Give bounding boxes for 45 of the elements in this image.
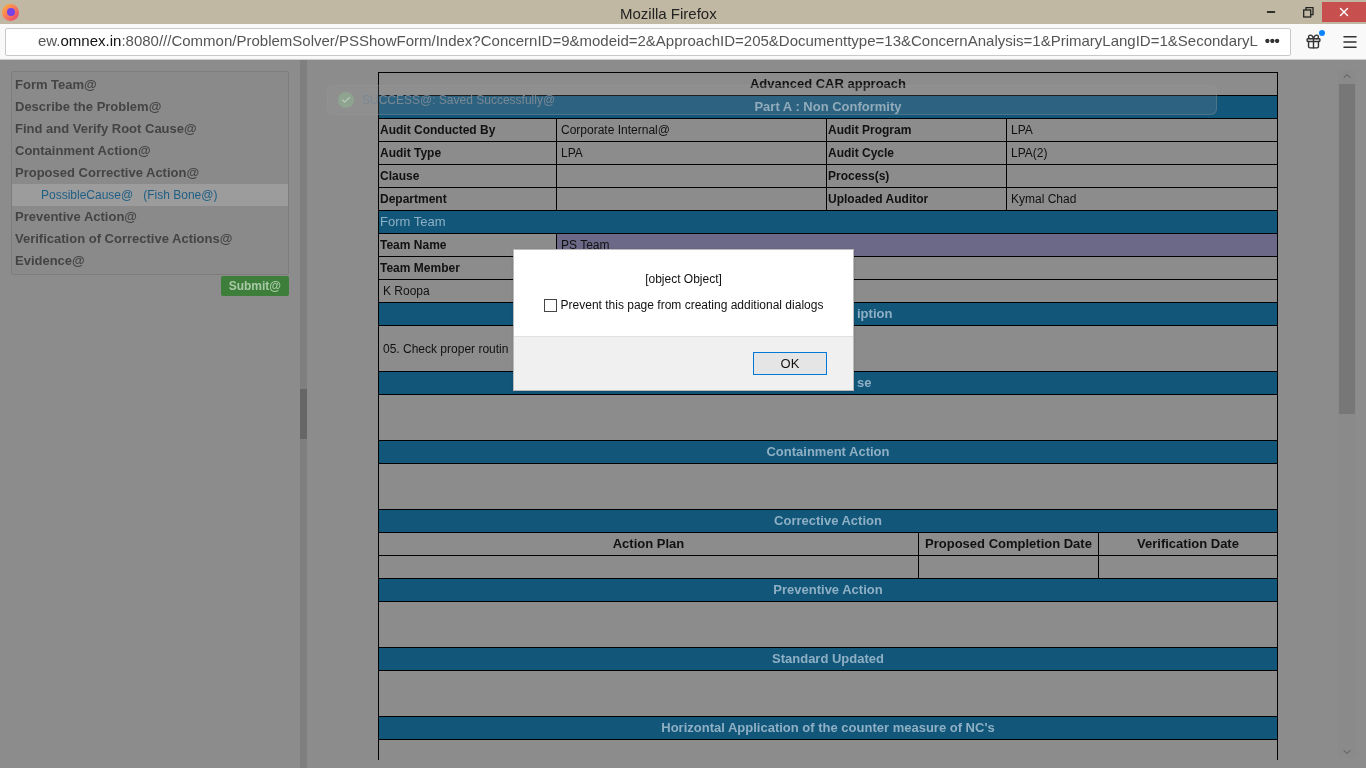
- success-check-icon: [338, 92, 354, 108]
- restore-icon: [1302, 6, 1314, 18]
- fish-bone-link[interactable]: (Fish Bone@): [143, 186, 218, 204]
- section-header: Horizontal Application of the counter measure of NC's: [379, 717, 1277, 740]
- column-header: Action Plan: [379, 533, 919, 555]
- sidebar-item[interactable]: Form Team@: [12, 74, 288, 96]
- sidebar-item[interactable]: Evidence@: [12, 250, 288, 272]
- checkbox[interactable]: [543, 298, 557, 312]
- sidebar-item[interactable]: Verification of Corrective Actions@: [12, 228, 288, 250]
- field-value: Corporate Internal@: [557, 119, 827, 141]
- column-header: Proposed Completion Date: [919, 533, 1099, 555]
- submit-button[interactable]: Submit@: [220, 276, 289, 296]
- gift-icon[interactable]: [1305, 33, 1322, 50]
- firefox-logo-icon: [2, 3, 19, 21]
- window-title: Mozilla Firefox: [620, 4, 717, 24]
- field-label: Audit Type: [379, 142, 557, 164]
- field-label: Department: [379, 188, 557, 210]
- field-label: Clause: [379, 165, 557, 187]
- close-icon: [1337, 5, 1351, 19]
- url-text: ew.omnex.in:8080///Common/ProblemSolver/PSShowForm/Index?ConcernID=9&modeid=2&ApproachID=205&Documenttype=13&ConcernAnalysis=1&PrimaryLangID=1&SecondaryL: [38, 31, 1258, 52]
- field-label: Process(s): [827, 165, 1007, 187]
- sidebar-item[interactable]: Containment Action@: [12, 140, 288, 162]
- section-header: Containment Action: [379, 441, 1277, 464]
- field-value: LPA: [557, 142, 827, 164]
- field-value: LPA: [1010, 122, 1034, 139]
- sidebar-item[interactable]: Preventive Action@: [12, 206, 288, 228]
- more-actions-button[interactable]: •••: [1264, 30, 1280, 53]
- section-header: Form Team: [379, 211, 1277, 234]
- column-header: Verification Date: [1136, 535, 1240, 554]
- section-header: Standard Updated: [379, 648, 1277, 671]
- section-header: Corrective Action: [379, 510, 1277, 533]
- field-value: LPA(2): [1010, 145, 1049, 162]
- possible-cause-link[interactable]: PossibleCause@: [41, 186, 134, 204]
- sidebar-item[interactable]: Proposed Corrective Action@: [12, 162, 288, 184]
- field-label: Audit Conducted By: [379, 119, 557, 141]
- section-header: Preventive Action: [379, 579, 1277, 602]
- sidebar-item[interactable]: Find and Verify Root Cause@: [12, 118, 288, 140]
- address-bar[interactable]: ew.omnex.in:8080///Common/ProblemSolver/PSShowForm/Index?ConcernID=9&modeid=2&ApproachID=205&Documenttype=13&ConcernAnalysis=1&PrimaryLangID=1&SecondaryL •••: [5, 27, 1291, 56]
- splitter[interactable]: [300, 60, 307, 768]
- ok-button[interactable]: OK: [753, 352, 827, 375]
- field-label: Audit Program: [827, 119, 1007, 141]
- field-value: Kymal Chad: [1010, 191, 1078, 208]
- field-label: Uploaded Auditor: [827, 188, 1007, 210]
- sidebar-item[interactable]: Describe the Problem@: [12, 96, 288, 118]
- field-label: Audit Cycle: [827, 142, 1007, 164]
